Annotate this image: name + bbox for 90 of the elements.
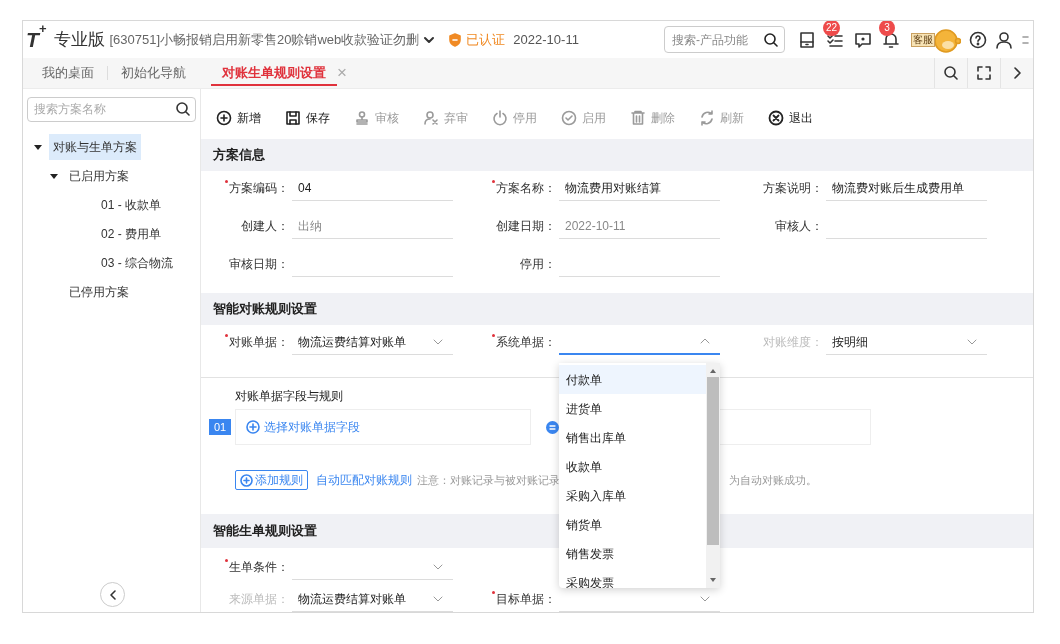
dropdown-option[interactable]: 进货单 [559,394,706,423]
dropdown-option[interactable]: 销售出库单 [559,423,706,452]
certified-label: 已认证 [466,30,506,49]
date-text: 2022-10-11 [513,30,579,49]
notice-text: 注意：对账记录与被对账记录 [417,472,561,488]
floppy-icon [285,110,301,126]
dropdown-option[interactable]: 采购入库单 [559,481,706,510]
rule-number: 01 [209,419,231,435]
tab[interactable]: 初始化导航 [108,58,199,88]
tree-item[interactable]: 对账与生单方案 [49,133,141,160]
search-icon [763,32,779,48]
tree-item[interactable]: 03 - 综合物流 [97,249,177,276]
field-label: 审核人： [774,218,823,235]
notice-text: 为自动对账成功。 [729,472,817,488]
input-field[interactable]: 物流费对账后生成费用单 [826,175,987,201]
field-label: 方案说明： [762,180,823,197]
field-label: 方案名称： [496,180,556,197]
collapse-button[interactable] [100,582,125,607]
dropdown-option[interactable]: 销货单 [559,510,706,539]
scroll-down-icon [709,576,717,584]
auto-match-link[interactable]: 自动匹配对账规则 [316,471,412,489]
scrollbar[interactable] [706,363,720,588]
search-icon [175,101,191,117]
check-circle-icon [561,110,577,126]
dropdown-option[interactable]: 付款单 [559,365,706,394]
floppy-icon [798,30,816,49]
plus-circle-icon [246,420,260,434]
plus-circle-icon [216,110,232,126]
input-field[interactable]: 物流费用对账结算 [559,175,720,201]
dropdown-option[interactable]: 销售发票 [559,539,706,568]
toolbar-button[interactable]: 保存 [285,104,352,132]
tree-item[interactable]: 01 - 收款单 [97,191,165,218]
shield-icon [448,32,463,47]
count-badge: 3 [879,21,895,36]
field-label: 创建日期： [495,218,556,235]
field-label: 系统单据： [496,334,556,351]
chevron-down-icon [433,563,443,570]
edition-title: 专业版 [54,28,106,51]
toolbar-button[interactable]: 退出 [768,104,835,132]
chevron-up-icon [700,338,710,344]
close-circle-icon [768,110,784,126]
count-badge: 22 [823,21,841,36]
search-icon [943,65,959,81]
help-icon [969,30,987,49]
person-cross-icon [423,110,439,126]
input-field[interactable]: 2022-10-11 [559,213,720,239]
chevron-down-icon [700,595,710,602]
field-label: 目标单据： [496,591,556,608]
fullscreen-icon [976,65,992,81]
dropdown-option[interactable]: 收款单 [559,452,706,481]
add-rule-button[interactable]: 添加规则 [235,470,308,490]
trash-icon [630,110,646,126]
search-field[interactable]: 搜索-产品功能 [664,26,785,53]
power-icon [492,110,508,126]
dropdown-option[interactable]: 采购发票 [559,568,706,588]
tree-item[interactable]: 02 - 费用单 [97,220,165,247]
field-label: 对账维度： [762,334,823,351]
search-field[interactable]: 搜索方案名称 [27,96,196,122]
field-label: 对账单据： [229,334,289,351]
chevron-down-icon [433,595,443,602]
field-label: 方案编码： [229,180,289,197]
user-icon [995,30,1013,49]
section-title: 智能生单规则设置 [213,522,317,541]
chevron-down-icon [423,34,436,45]
stamp-icon [354,110,370,126]
field-label: 创建人： [240,218,289,235]
toolbar-button[interactable]: 新增 [216,104,283,132]
input-field[interactable]: 04 [292,175,453,201]
field-label: 停用： [519,256,556,273]
field-label: 生单条件： [229,559,289,576]
tree-item[interactable]: 已启用方案 [65,162,133,189]
rules-heading: 对账单据字段与规则 [235,388,344,403]
section-title: 方案信息 [213,146,265,165]
refresh-icon [699,110,715,126]
section-title: 智能对账规则设置 [213,300,317,319]
input-field[interactable]: 出纳 [292,213,453,239]
chat-icon [854,30,872,49]
tree-item[interactable]: 已停用方案 [65,278,133,305]
field-label: 来源单据： [228,591,289,608]
plus-circle-icon [240,473,253,487]
chevron-left-icon [107,588,118,601]
chevron-down-icon [967,338,977,345]
select-field-link[interactable]: 选择对账单据字段 [264,418,360,436]
scroll-up-icon [709,367,717,375]
field-label: 审核日期： [228,256,289,273]
service-tag[interactable]: 客服 [911,32,935,47]
account-name: [630751]小畅报销启用新零售20赊销web收款验证勿删 [109,30,420,49]
select-field[interactable]: 物流运费结算对账单 [292,329,453,355]
tab[interactable]: 我的桌面 [23,58,107,88]
chevron-down-icon [433,338,443,345]
